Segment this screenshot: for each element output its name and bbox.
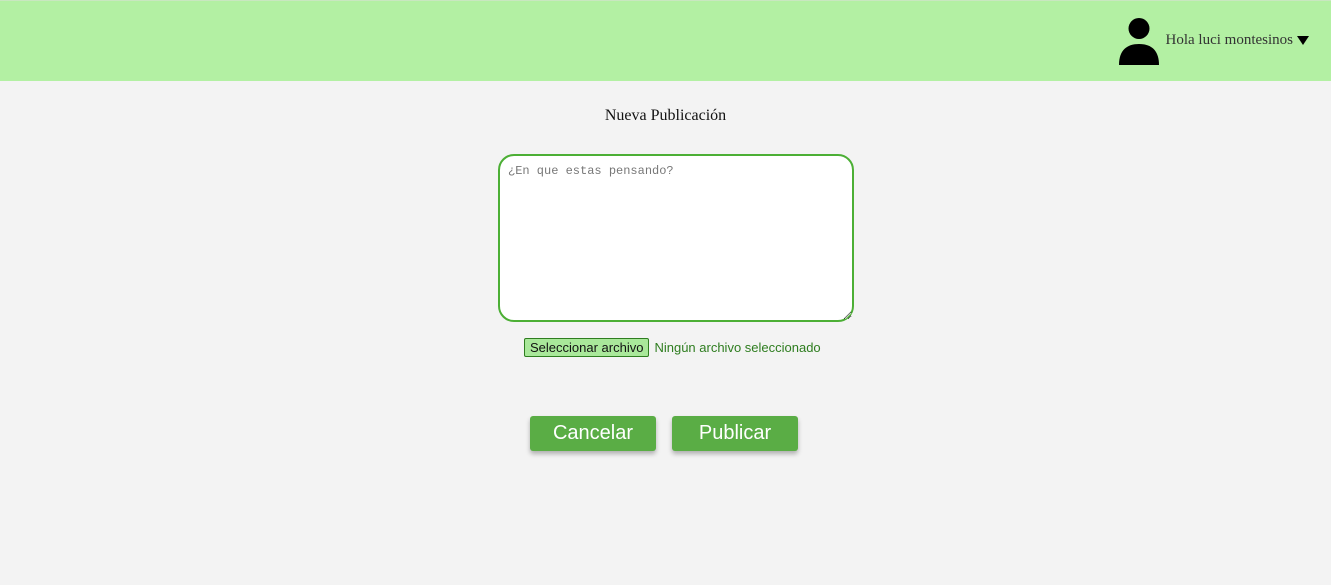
file-status-text: Ningún archivo seleccionado [654, 339, 821, 355]
file-upload-row: Seleccionar archivo Ningún archivo selec… [524, 337, 821, 357]
post-content-input[interactable] [498, 154, 854, 322]
cancel-button[interactable]: Cancelar [530, 416, 656, 451]
page-title: Nueva Publicación [604, 107, 727, 124]
top-header: Hola luci montesinos [0, 0, 1331, 81]
form-actions: Cancelar Publicar [530, 416, 798, 451]
user-silhouette-icon [1118, 18, 1159, 65]
user-menu[interactable]: Hola luci montesinos [1118, 17, 1309, 65]
user-greeting: Hola luci montesinos [1165, 31, 1294, 48]
publish-button[interactable]: Publicar [672, 416, 798, 451]
caret-down-icon[interactable] [1297, 34, 1309, 46]
select-file-button[interactable]: Seleccionar archivo [524, 337, 650, 357]
